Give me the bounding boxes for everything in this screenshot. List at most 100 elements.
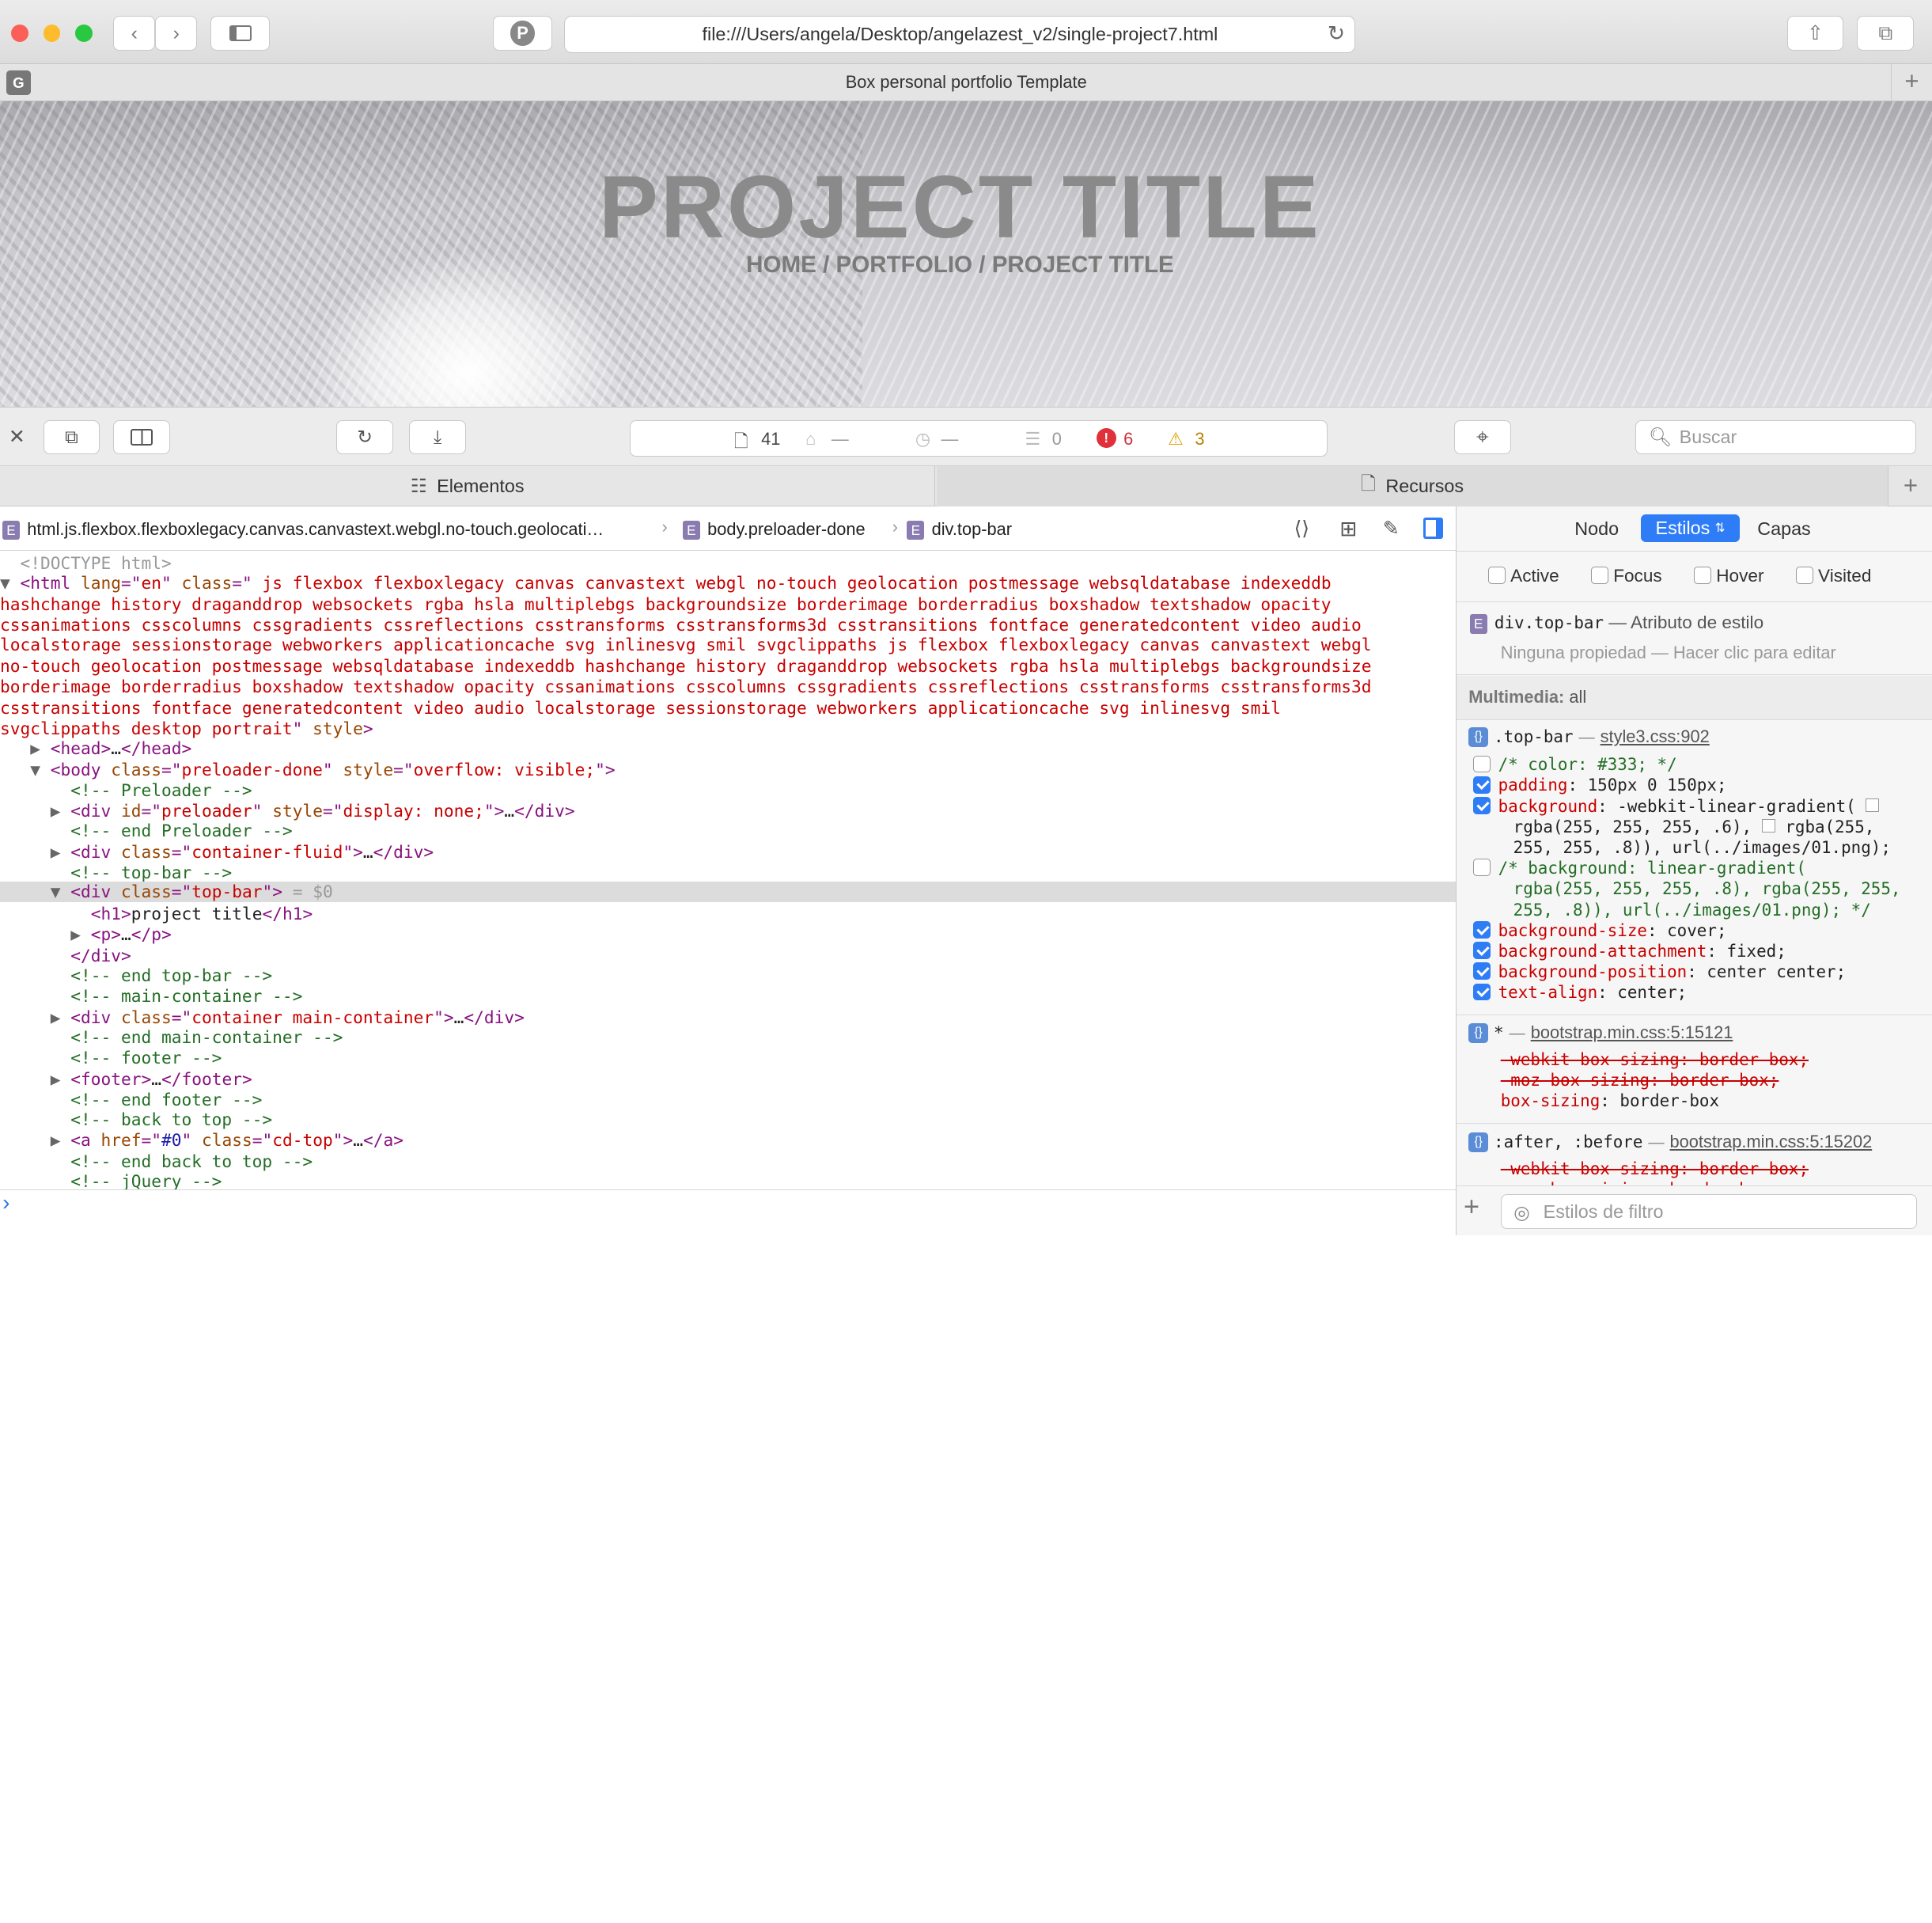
dom-line[interactable]: csstransitions fontface generatedcontent… bbox=[0, 698, 1456, 719]
address-bar[interactable]: file:///Users/angela/Desktop/angelazest_… bbox=[564, 16, 1356, 53]
close-devtools-icon[interactable]: ✕ bbox=[9, 425, 25, 449]
checkbox[interactable] bbox=[1796, 567, 1813, 585]
dom-line[interactable]: ▶ <footer>…</footer> bbox=[0, 1069, 1456, 1090]
state-focus[interactable]: Focus bbox=[1591, 566, 1662, 586]
tab-styles[interactable]: Estilos ⇅ bbox=[1641, 514, 1740, 543]
dom-line[interactable]: localstorage sessionstorage webworkers a… bbox=[0, 635, 1456, 655]
tabs-overview-button[interactable]: ⧉ bbox=[1857, 16, 1915, 51]
dom-line[interactable]: <!-- end main-container --> bbox=[0, 1027, 1456, 1048]
file-icon: 🗋 bbox=[1361, 473, 1376, 495]
state-active[interactable]: Active bbox=[1488, 566, 1559, 586]
rule-selector[interactable]: :after, :before bbox=[1494, 1132, 1642, 1151]
dom-line[interactable]: hashchange history draganddrop websocket… bbox=[0, 594, 1456, 615]
filter-styles-input[interactable]: ◎ Estilos de filtro bbox=[1500, 1194, 1918, 1229]
rule-properties[interactable]: -webkit-box-sizing: border-box; -moz-box… bbox=[1501, 1049, 1809, 1112]
pinterest-button[interactable]: P bbox=[493, 16, 552, 51]
element-icon: E bbox=[682, 520, 700, 540]
css-rule-icon: {} bbox=[1468, 726, 1489, 747]
path-item-div[interactable]: Ediv.top-bar bbox=[907, 519, 1012, 540]
tab-node[interactable]: Nodo bbox=[1567, 515, 1627, 542]
dom-line[interactable]: <!DOCTYPE html> bbox=[0, 553, 1456, 574]
zoom-window-button[interactable] bbox=[75, 25, 93, 42]
dom-line[interactable]: <!-- jQuery --> bbox=[0, 1171, 1456, 1189]
devtools-toolbar: ✕ ⧉ ↻ ⤓ 🗋 41 ⌂ — ◷ — ☰ 0 ! 6 ⚠ 3 ⌖ 🔍︎ Bus… bbox=[0, 407, 1932, 466]
dom-line[interactable]: svgclippaths desktop portrait" style> bbox=[0, 719, 1456, 739]
sidebar-panel-icon[interactable] bbox=[1423, 518, 1444, 539]
download-button[interactable]: ⤓ bbox=[409, 419, 466, 455]
checkbox[interactable] bbox=[1591, 567, 1608, 585]
dom-line-selected[interactable]: ▼ <div class="top-bar"> = $0 bbox=[0, 881, 1456, 903]
tab-layers[interactable]: Capas bbox=[1752, 515, 1816, 542]
top-bar-hero: PROJECT TITLE HOME / PORTFOLIO / PROJECT… bbox=[0, 101, 1932, 408]
path-item-body[interactable]: Ebody.preloader-done bbox=[682, 519, 866, 540]
forward-button[interactable]: › bbox=[155, 16, 198, 51]
checkbox[interactable] bbox=[1488, 567, 1506, 585]
tab-elements[interactable]: ☷ Elementos bbox=[0, 465, 936, 507]
share-icon: ⇧ bbox=[1807, 22, 1824, 45]
activity-status[interactable]: 🗋 41 ⌂ — ◷ — ☰ 0 ! 6 ⚠ 3 bbox=[629, 419, 1328, 457]
search-placeholder: Buscar bbox=[1679, 426, 1737, 447]
checkbox[interactable] bbox=[1694, 567, 1712, 585]
dom-line[interactable]: ▶ <head>…</head> bbox=[0, 738, 1456, 759]
elements-icon: ☷ bbox=[410, 476, 427, 497]
state-visited[interactable]: Visited bbox=[1796, 566, 1871, 586]
dom-line[interactable]: </div> bbox=[0, 946, 1456, 966]
path-item-html[interactable]: Ehtml.js.flexbox.flexboxlegacy.canvas.ca… bbox=[2, 519, 604, 540]
breadcrumb[interactable]: HOME / PORTFOLIO / PROJECT TITLE bbox=[0, 252, 1920, 279]
grid-icon[interactable]: ⊞ bbox=[1339, 517, 1357, 541]
dom-line[interactable]: cssanimations csscolumns cssgradients cs… bbox=[0, 615, 1456, 635]
dom-line[interactable]: <!-- end footer --> bbox=[0, 1090, 1456, 1110]
dom-line[interactable]: <h1>project title</h1> bbox=[0, 904, 1456, 924]
dom-line[interactable]: ▶ <div class="container-fluid">…</div> bbox=[0, 842, 1456, 863]
reload-page-button[interactable]: ↻ bbox=[336, 419, 393, 455]
state-hover[interactable]: Hover bbox=[1694, 566, 1763, 586]
dom-line[interactable]: ▼ <body class="preloader-done" style="ov… bbox=[0, 760, 1456, 780]
rule-source-link[interactable]: style3.css:902 bbox=[1601, 726, 1710, 746]
dock-side-button[interactable] bbox=[113, 419, 170, 455]
share-button[interactable]: ⇧ bbox=[1786, 16, 1844, 51]
error-count: 6 bbox=[1123, 429, 1134, 449]
dom-line[interactable]: no-touch geolocation postmessage websqld… bbox=[0, 656, 1456, 677]
browser-toolbar: ‹ › P file:///Users/angela/Desktop/angel… bbox=[0, 0, 1932, 64]
dom-line[interactable]: borderimage borderradius boxshadow texts… bbox=[0, 677, 1456, 697]
rule-source-link[interactable]: bootstrap.min.css:5:15121 bbox=[1531, 1022, 1733, 1042]
error-icon: ! bbox=[1096, 427, 1116, 448]
dom-line[interactable]: ▼ <html lang="en" class=" js flexbox fle… bbox=[0, 573, 1456, 594]
back-button[interactable]: ‹ bbox=[113, 16, 156, 51]
inspect-element-button[interactable]: ⌖ bbox=[1454, 419, 1511, 455]
dom-line[interactable]: <!-- end Preloader --> bbox=[0, 821, 1456, 841]
source-code-icon[interactable]: ⟨⟩ bbox=[1294, 517, 1309, 540]
chevron-right-icon: › bbox=[172, 21, 180, 44]
new-tab-button[interactable]: + bbox=[1890, 64, 1932, 101]
dom-line[interactable]: ▶ <p>…</p> bbox=[0, 924, 1456, 945]
empty-inline-style[interactable]: Ninguna propiedad — Hacer clic para edit… bbox=[1501, 643, 1836, 663]
console-prompt[interactable]: › bbox=[0, 1189, 1456, 1235]
css-rule-icon: {} bbox=[1468, 1132, 1489, 1153]
rule-selector[interactable]: * bbox=[1494, 1023, 1504, 1042]
reload-icon[interactable]: ↻ bbox=[1328, 21, 1345, 46]
undock-button[interactable]: ⧉ bbox=[43, 419, 100, 455]
add-tab-button[interactable]: + bbox=[1888, 465, 1932, 507]
tab-resources[interactable]: 🗋 Recursos bbox=[936, 465, 1888, 507]
brush-icon[interactable]: ✎ bbox=[1383, 517, 1400, 540]
dom-line[interactable]: ▶ <a href="#0" class="cd-top">…</a> bbox=[0, 1130, 1456, 1151]
dom-line[interactable]: <!-- main-container --> bbox=[0, 986, 1456, 1007]
rule-selector[interactable]: .top-bar bbox=[1494, 727, 1573, 746]
dom-tree[interactable]: <!DOCTYPE html> ▼ <html lang="en" class=… bbox=[0, 551, 1456, 1190]
tab-title[interactable]: Box personal portfolio Template bbox=[846, 72, 1087, 93]
rule-properties[interactable]: /* color: #333; */ padding: 150px 0 150p… bbox=[1473, 754, 1929, 1003]
sidebar-toggle-button[interactable] bbox=[210, 16, 271, 51]
search-icon: 🔍︎ bbox=[1648, 427, 1673, 448]
minimize-window-button[interactable] bbox=[43, 25, 61, 42]
add-rule-icon[interactable]: + bbox=[1464, 1192, 1479, 1223]
close-window-button[interactable] bbox=[11, 25, 28, 42]
rule-source-link[interactable]: bootstrap.min.css:5:15202 bbox=[1670, 1132, 1873, 1151]
dom-line[interactable]: ▶ <div id="preloader" style="display: no… bbox=[0, 801, 1456, 821]
dom-line[interactable]: <!-- Preloader --> bbox=[0, 780, 1456, 801]
dom-line[interactable]: <!-- footer --> bbox=[0, 1048, 1456, 1068]
dom-line[interactable]: <!-- end top-bar --> bbox=[0, 965, 1456, 986]
devtools-search-input[interactable]: 🔍︎ Buscar bbox=[1635, 419, 1917, 455]
dom-line[interactable]: <!-- end back to top --> bbox=[0, 1151, 1456, 1172]
dom-line[interactable]: <!-- back to top --> bbox=[0, 1109, 1456, 1130]
dom-line[interactable]: ▶ <div class="container main-container">… bbox=[0, 1007, 1456, 1028]
